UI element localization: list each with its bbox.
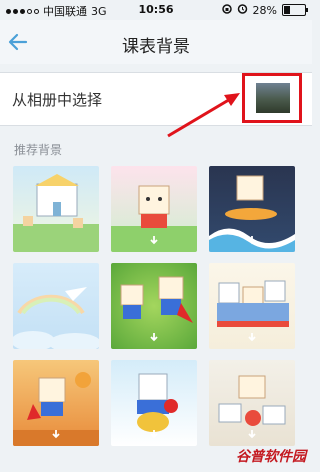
background-grid [0, 0, 312, 472]
background-thumbnail-1[interactable] [13, 166, 99, 252]
background-thumbnail-5[interactable] [111, 263, 197, 349]
background-thumbnail-8[interactable] [111, 360, 197, 446]
school-scene-illustration [13, 174, 99, 252]
download-icon [150, 332, 158, 346]
download-icon [248, 332, 256, 346]
download-icon [150, 235, 158, 249]
download-icon [52, 429, 60, 443]
download-icon [248, 235, 256, 249]
background-thumbnail-7[interactable] [13, 360, 99, 446]
download-icon [248, 429, 256, 443]
background-thumbnail-9[interactable] [209, 360, 295, 446]
rainbow-sky-illustration [13, 287, 99, 349]
background-thumbnail-2[interactable] [111, 166, 197, 252]
watermark-logo: 谷普软件园 [236, 449, 306, 465]
background-thumbnail-3[interactable] [209, 166, 295, 252]
background-thumbnail-4[interactable] [13, 263, 99, 349]
background-thumbnail-6[interactable] [209, 263, 295, 349]
download-icon [150, 429, 158, 443]
